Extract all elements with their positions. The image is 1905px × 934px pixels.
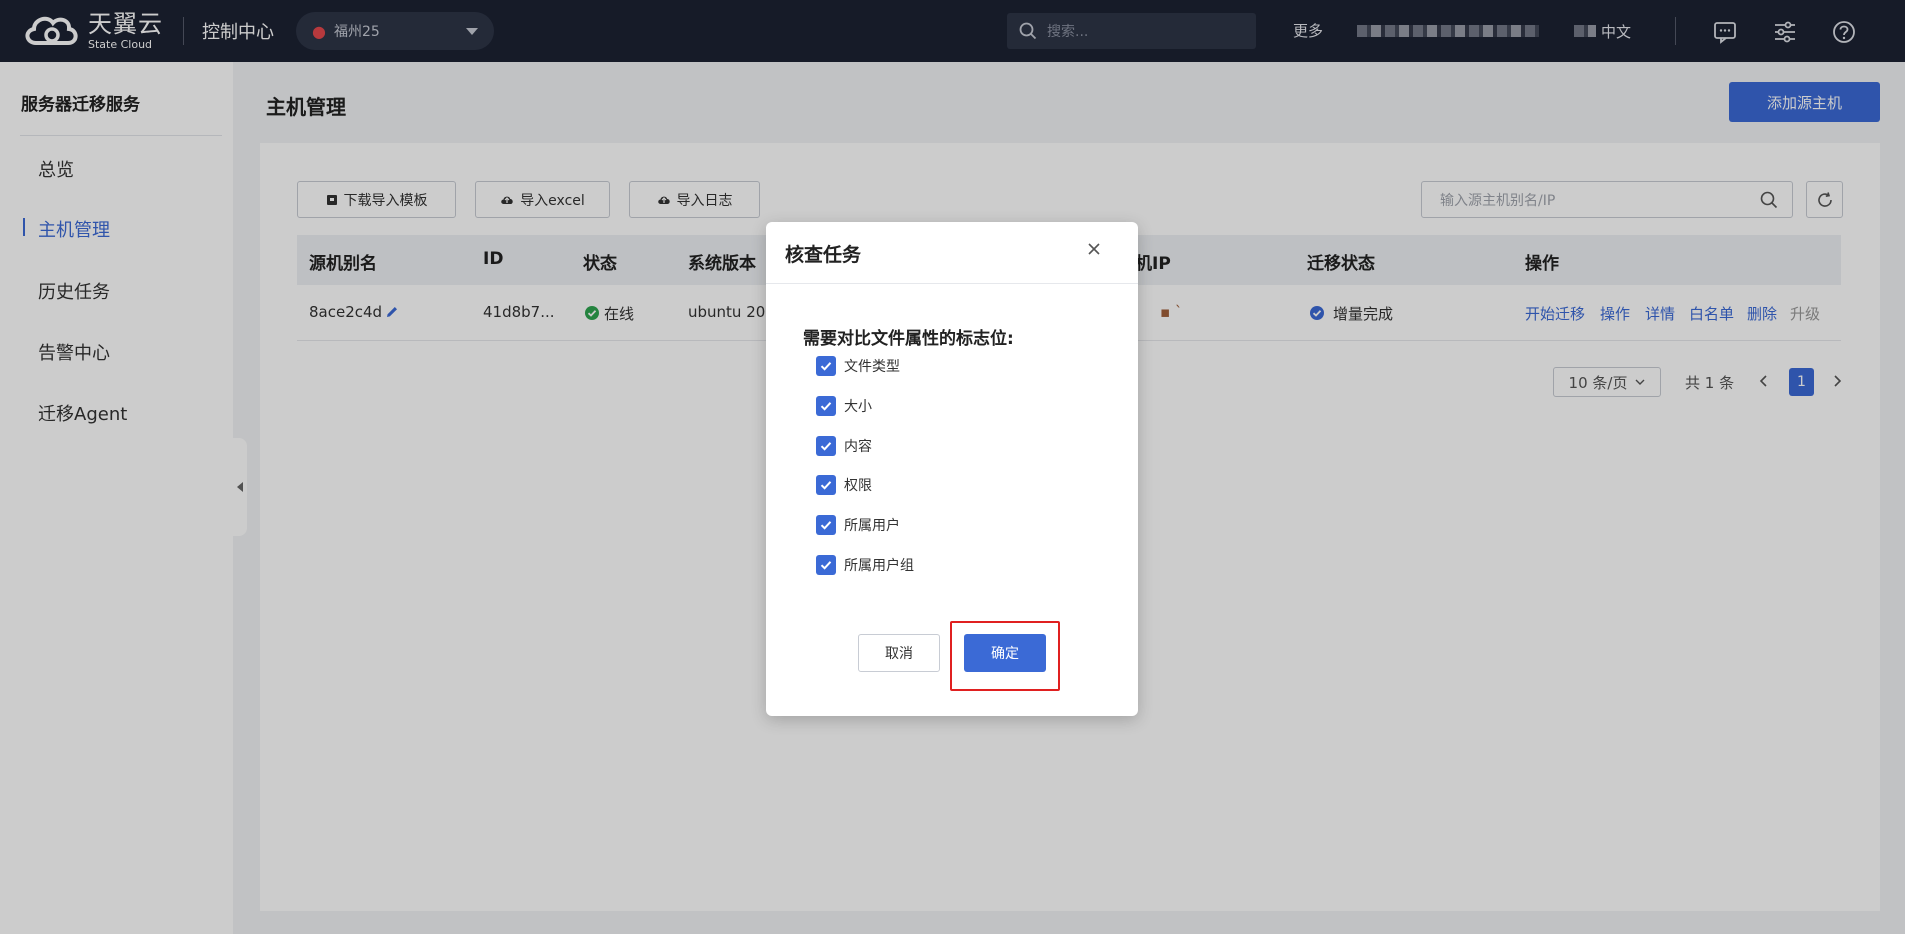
checkbox-checked-icon[interactable]: [816, 396, 836, 416]
checkbox-label: 大小: [844, 399, 872, 415]
cancel-button[interactable]: 取消: [858, 634, 940, 672]
checkbox-checked-icon[interactable]: [816, 555, 836, 575]
checkbox-checked-icon[interactable]: [816, 436, 836, 456]
checkbox-file-type[interactable]: 文件类型: [816, 356, 900, 376]
close-icon[interactable]: [1084, 239, 1104, 259]
checkbox-label: 文件类型: [844, 359, 900, 375]
checkbox-owner-group[interactable]: 所属用户组: [816, 555, 914, 575]
checkbox-label: 权限: [844, 478, 872, 494]
check-task-dialog: 核查任务 需要对比文件属性的标志位: 文件类型 大小 内容 权限 所属用户 所属…: [766, 222, 1138, 716]
checkbox-checked-icon[interactable]: [816, 515, 836, 535]
checkbox-checked-icon[interactable]: [816, 475, 836, 495]
checkbox-content[interactable]: 内容: [816, 436, 872, 456]
checkbox-checked-icon[interactable]: [816, 356, 836, 376]
divider: [766, 283, 1138, 284]
checkbox-label: 所属用户: [844, 518, 900, 534]
checkbox-owner-user[interactable]: 所属用户: [816, 515, 900, 535]
highlight-box: [950, 621, 1060, 691]
checkbox-label: 内容: [844, 439, 872, 455]
dialog-title: 核查任务: [785, 244, 862, 266]
checkbox-permission[interactable]: 权限: [816, 475, 872, 495]
dialog-prompt: 需要对比文件属性的标志位:: [803, 329, 1014, 349]
checkbox-size[interactable]: 大小: [816, 396, 872, 416]
checkbox-label: 所属用户组: [844, 558, 914, 574]
